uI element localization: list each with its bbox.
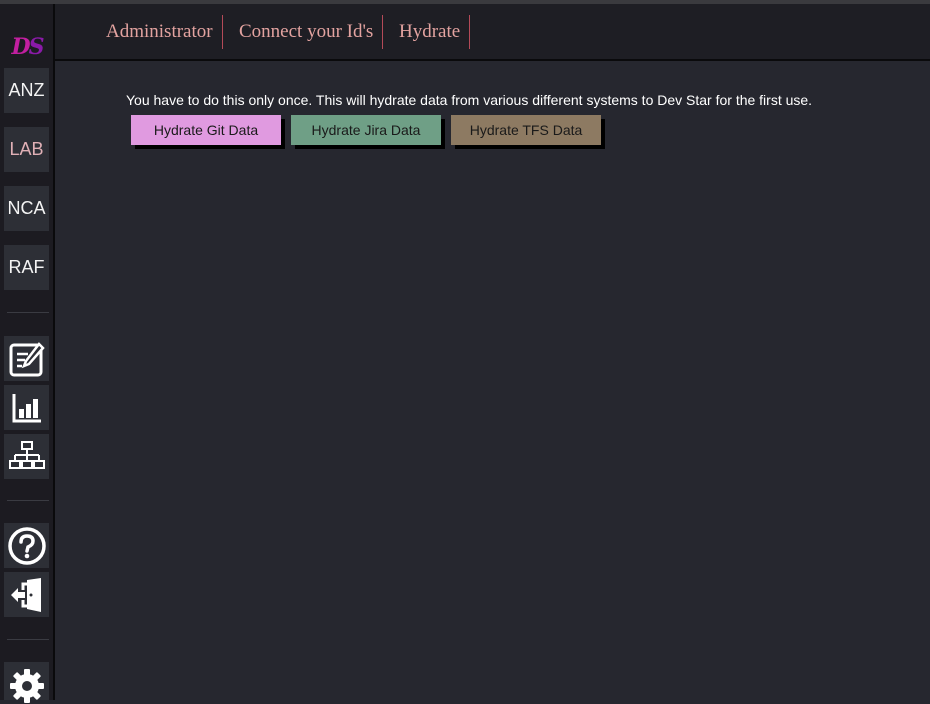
sidebar-divider	[7, 639, 49, 640]
sidebar-divider	[7, 312, 49, 313]
edit-icon	[9, 341, 45, 376]
sidebar-divider	[7, 500, 49, 501]
app-logo[interactable]: DS	[5, 32, 49, 62]
hydrate-jira-button[interactable]: Hydrate Jira Data	[291, 115, 441, 145]
logout-button[interactable]	[4, 572, 49, 617]
hydrate-git-button[interactable]: Hydrate Git Data	[131, 115, 281, 145]
hierarchy-button[interactable]	[4, 434, 49, 479]
sidebar-item-lab[interactable]: LAB	[4, 127, 49, 172]
sidebar-item-raf[interactable]: RAF	[4, 245, 49, 290]
header-bar: Administrator Connect your Id's Hydrate	[55, 4, 930, 61]
hydrate-info-text: You have to do this only once. This will…	[126, 92, 813, 108]
help-icon	[7, 526, 46, 565]
tab-hydrate[interactable]: Hydrate	[389, 15, 471, 49]
sidebar: DS ANZ LAB NCA RAF	[0, 4, 55, 703]
hydrate-tfs-button[interactable]: Hydrate TFS Data	[451, 115, 601, 145]
tab-connect-ids[interactable]: Connect your Id's	[230, 15, 384, 49]
tab-administrator[interactable]: Administrator	[106, 15, 223, 49]
sidebar-item-anz[interactable]: ANZ	[4, 68, 49, 113]
gear-icon	[9, 669, 44, 703]
bar-chart-icon	[12, 393, 41, 422]
logout-icon	[10, 577, 41, 612]
analytics-button[interactable]	[4, 385, 49, 430]
help-button[interactable]	[4, 523, 49, 568]
hierarchy-icon	[8, 440, 45, 469]
edit-button[interactable]	[4, 336, 49, 381]
settings-button[interactable]	[4, 662, 49, 703]
sidebar-item-nca[interactable]: NCA	[4, 186, 49, 231]
